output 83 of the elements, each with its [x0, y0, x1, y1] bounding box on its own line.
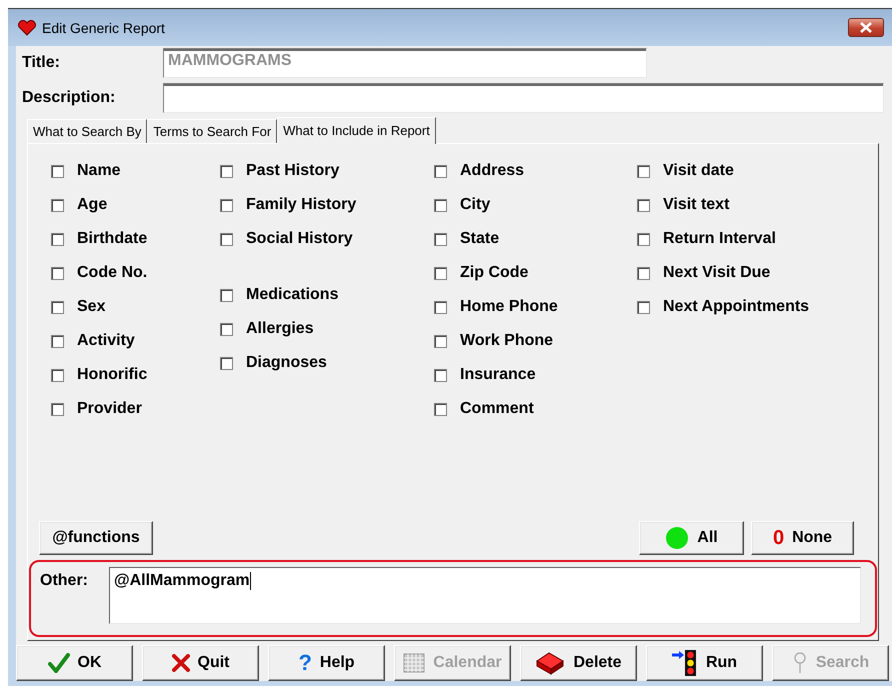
all-button[interactable]: All	[639, 521, 744, 555]
checkbox[interactable]	[434, 300, 447, 314]
field-label: Description:	[21, 89, 116, 107]
checkbox[interactable]	[220, 322, 233, 336]
checkbox[interactable]	[434, 164, 447, 178]
checkbox[interactable]	[637, 266, 650, 280]
checkbox-label: Next Appointments	[663, 298, 810, 316]
field-label: Title:	[21, 54, 61, 72]
checkbox-label: Family History	[246, 196, 356, 214]
checkbox[interactable]	[51, 164, 64, 178]
checkbox[interactable]	[51, 334, 64, 348]
checkbox-label: State	[460, 230, 500, 248]
cross-icon	[172, 654, 190, 672]
checkbox-label: Birthdate	[77, 230, 148, 248]
checkbox[interactable]	[220, 356, 233, 370]
delete-button[interactable]: Delete	[520, 645, 637, 681]
zero-icon: 0	[772, 526, 784, 550]
checkbox-label: Zip Code	[460, 264, 528, 282]
close-icon	[859, 22, 873, 33]
quit-button[interactable]: Quit	[142, 645, 259, 681]
checkbox[interactable]	[220, 232, 233, 246]
checkbox-label: City	[460, 196, 490, 214]
checkbox[interactable]	[637, 300, 650, 314]
checkbox[interactable]	[637, 164, 650, 178]
checkbox-label: Visit text	[663, 196, 730, 214]
close-button[interactable]	[848, 18, 884, 37]
checkbox-label: Social History	[246, 230, 353, 248]
checkbox[interactable]	[434, 334, 447, 348]
tab[interactable]: What to Search By	[27, 119, 148, 143]
field-label: Other:	[40, 571, 89, 591]
checkbox[interactable]	[434, 232, 447, 246]
checkbox-label: Home Phone	[460, 298, 558, 316]
checkbox[interactable]	[434, 402, 447, 416]
checkbox-label: Provider	[77, 400, 142, 418]
checkbox-label: Past History	[246, 162, 340, 180]
checkbox[interactable]	[220, 288, 233, 302]
checkbox-label: Honorific	[77, 366, 148, 384]
checkbox-label: Medications	[246, 286, 338, 304]
checkbox-label: Allergies	[246, 320, 314, 338]
checkbox-label: Visit date	[663, 162, 734, 180]
checkbox-label: Activity	[77, 332, 135, 350]
brick-icon	[535, 651, 566, 675]
checkbox[interactable]	[51, 402, 64, 416]
description-field[interactable]	[163, 83, 884, 113]
checkbox[interactable]	[51, 300, 64, 314]
checkbox[interactable]	[434, 368, 447, 382]
checkbox-label: Work Phone	[460, 332, 554, 350]
checkbox-label: Age	[77, 196, 108, 214]
help-button[interactable]: ? Help	[268, 645, 385, 681]
checkbox-label: Code No.	[77, 264, 148, 282]
checkbox[interactable]	[51, 368, 64, 382]
checkbox-label: Sex	[77, 298, 106, 316]
checkbox-label: Comment	[460, 400, 534, 418]
other-field[interactable]: @AllMammogram	[109, 567, 861, 624]
window-title: Edit Generic Report	[42, 20, 166, 36]
checkbox-label: Return Interval	[663, 230, 776, 248]
heart-icon	[18, 20, 36, 36]
checkbox[interactable]	[51, 266, 64, 280]
checkbox-label: Diagnoses	[246, 354, 327, 372]
calendar-icon	[403, 653, 426, 673]
checkbox[interactable]	[434, 198, 447, 212]
checkbox[interactable]	[220, 164, 233, 178]
ok-button[interactable]: OK	[16, 645, 133, 681]
check-icon	[48, 653, 70, 673]
pin-icon	[792, 652, 808, 674]
tab[interactable]: What to Include in Report	[277, 117, 436, 144]
functions-button[interactable]: @functions	[39, 521, 153, 555]
checkbox-label: Insurance	[460, 366, 536, 384]
checkbox-label: Next Visit Due	[663, 264, 770, 282]
checkbox[interactable]	[220, 198, 233, 212]
none-button[interactable]: 0 None	[751, 521, 854, 555]
checkbox[interactable]	[637, 198, 650, 212]
traffic-light-icon	[672, 649, 698, 677]
checkbox[interactable]	[51, 232, 64, 246]
checkbox[interactable]	[434, 266, 447, 280]
run-button[interactable]: Run	[646, 645, 763, 681]
question-mark-icon: ?	[298, 650, 312, 676]
tab[interactable]: Terms to Search For	[147, 119, 278, 143]
checkbox-label: Address	[460, 162, 524, 180]
checkbox[interactable]	[637, 232, 650, 246]
checkbox-label: Name	[77, 162, 121, 180]
circle-icon	[665, 526, 690, 550]
checkbox[interactable]	[51, 198, 64, 212]
